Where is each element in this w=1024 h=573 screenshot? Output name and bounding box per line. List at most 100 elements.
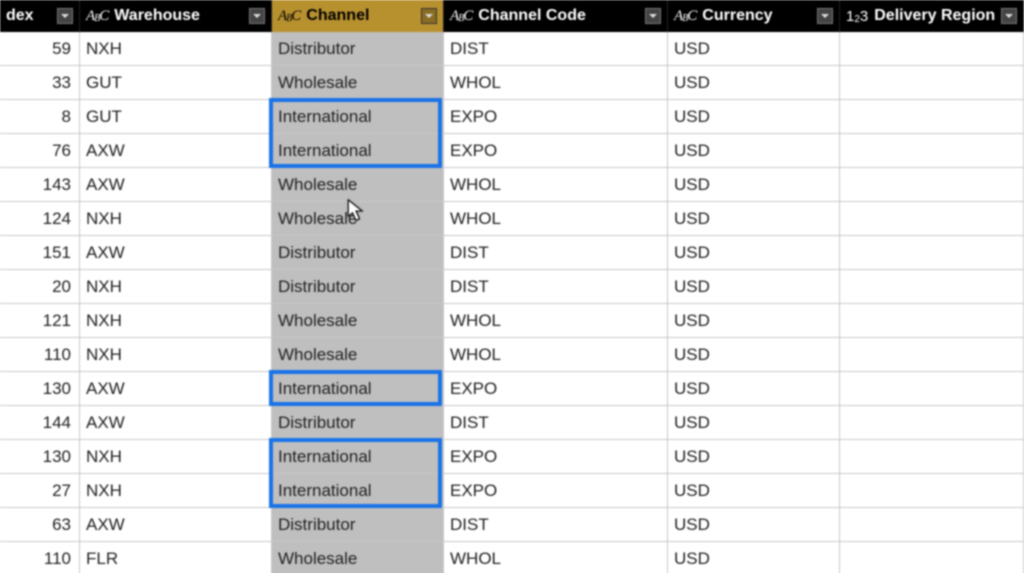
- cell-region[interactable]: [840, 270, 1024, 304]
- cell-warehouse[interactable]: GUT: [80, 66, 272, 100]
- cell-index[interactable]: 151: [0, 236, 80, 270]
- cell-currency[interactable]: USD: [668, 134, 840, 168]
- cell-channel[interactable]: Wholesale: [272, 542, 444, 573]
- cell-channel[interactable]: International: [272, 134, 444, 168]
- cell-currency[interactable]: USD: [668, 474, 840, 508]
- cell-warehouse[interactable]: NXH: [80, 338, 272, 372]
- cell-index[interactable]: 130: [0, 372, 80, 406]
- cell-channel[interactable]: Distributor: [272, 270, 444, 304]
- column-header-channel[interactable]: ABCChannel: [272, 0, 444, 32]
- cell-warehouse[interactable]: AXW: [80, 372, 272, 406]
- cell-index[interactable]: 121: [0, 304, 80, 338]
- cell-region[interactable]: [840, 100, 1024, 134]
- cell-code[interactable]: DIST: [444, 236, 668, 270]
- cell-warehouse[interactable]: NXH: [80, 32, 272, 66]
- cell-region[interactable]: [840, 406, 1024, 440]
- cell-currency[interactable]: USD: [668, 542, 840, 573]
- cell-warehouse[interactable]: AXW: [80, 236, 272, 270]
- column-header-currency[interactable]: ABCCurrency: [668, 0, 840, 32]
- column-header-region[interactable]: 123Delivery Region: [840, 0, 1024, 32]
- cell-channel[interactable]: International: [272, 372, 444, 406]
- cell-currency[interactable]: USD: [668, 202, 840, 236]
- cell-index[interactable]: 8: [0, 100, 80, 134]
- cell-code[interactable]: EXPO: [444, 474, 668, 508]
- cell-region[interactable]: [840, 202, 1024, 236]
- cell-index[interactable]: 27: [0, 474, 80, 508]
- cell-code[interactable]: EXPO: [444, 100, 668, 134]
- cell-region[interactable]: [840, 304, 1024, 338]
- cell-channel[interactable]: Distributor: [272, 508, 444, 542]
- cell-currency[interactable]: USD: [668, 270, 840, 304]
- cell-region[interactable]: [840, 474, 1024, 508]
- cell-warehouse[interactable]: AXW: [80, 406, 272, 440]
- cell-channel[interactable]: Distributor: [272, 32, 444, 66]
- cell-code[interactable]: WHOL: [444, 66, 668, 100]
- cell-currency[interactable]: USD: [668, 32, 840, 66]
- cell-channel[interactable]: Distributor: [272, 236, 444, 270]
- cell-code[interactable]: WHOL: [444, 338, 668, 372]
- cell-region[interactable]: [840, 508, 1024, 542]
- cell-code[interactable]: WHOL: [444, 202, 668, 236]
- cell-region[interactable]: [840, 134, 1024, 168]
- cell-currency[interactable]: USD: [668, 236, 840, 270]
- cell-index[interactable]: 63: [0, 508, 80, 542]
- cell-code[interactable]: DIST: [444, 508, 668, 542]
- column-header-index[interactable]: dex: [0, 0, 80, 32]
- filter-dropdown-icon[interactable]: [249, 8, 265, 24]
- cell-index[interactable]: 110: [0, 542, 80, 573]
- cell-code[interactable]: WHOL: [444, 304, 668, 338]
- cell-channel[interactable]: International: [272, 474, 444, 508]
- filter-dropdown-icon[interactable]: [1001, 8, 1017, 24]
- cell-index[interactable]: 76: [0, 134, 80, 168]
- cell-warehouse[interactable]: NXH: [80, 270, 272, 304]
- cell-channel[interactable]: International: [272, 440, 444, 474]
- cell-currency[interactable]: USD: [668, 508, 840, 542]
- filter-dropdown-icon[interactable]: [421, 8, 437, 24]
- cell-index[interactable]: 144: [0, 406, 80, 440]
- cell-channel[interactable]: Wholesale: [272, 168, 444, 202]
- cell-currency[interactable]: USD: [668, 406, 840, 440]
- cell-channel[interactable]: Wholesale: [272, 338, 444, 372]
- cell-currency[interactable]: USD: [668, 338, 840, 372]
- cell-code[interactable]: DIST: [444, 32, 668, 66]
- cell-currency[interactable]: USD: [668, 372, 840, 406]
- column-header-code[interactable]: ABCChannel Code: [444, 0, 668, 32]
- cell-index[interactable]: 20: [0, 270, 80, 304]
- cell-channel[interactable]: Wholesale: [272, 202, 444, 236]
- cell-code[interactable]: EXPO: [444, 440, 668, 474]
- cell-region[interactable]: [840, 338, 1024, 372]
- cell-region[interactable]: [840, 32, 1024, 66]
- cell-currency[interactable]: USD: [668, 168, 840, 202]
- cell-channel[interactable]: Distributor: [272, 406, 444, 440]
- cell-index[interactable]: 124: [0, 202, 80, 236]
- cell-index[interactable]: 130: [0, 440, 80, 474]
- cell-region[interactable]: [840, 542, 1024, 573]
- cell-warehouse[interactable]: NXH: [80, 202, 272, 236]
- cell-code[interactable]: DIST: [444, 270, 668, 304]
- cell-code[interactable]: EXPO: [444, 372, 668, 406]
- cell-region[interactable]: [840, 168, 1024, 202]
- cell-warehouse[interactable]: GUT: [80, 100, 272, 134]
- cell-warehouse[interactable]: AXW: [80, 134, 272, 168]
- cell-channel[interactable]: Wholesale: [272, 66, 444, 100]
- cell-index[interactable]: 110: [0, 338, 80, 372]
- cell-code[interactable]: WHOL: [444, 542, 668, 573]
- cell-region[interactable]: [840, 66, 1024, 100]
- cell-region[interactable]: [840, 440, 1024, 474]
- filter-dropdown-icon[interactable]: [57, 8, 73, 24]
- column-header-warehouse[interactable]: ABCWarehouse: [80, 0, 272, 32]
- filter-dropdown-icon[interactable]: [817, 8, 833, 24]
- cell-index[interactable]: 59: [0, 32, 80, 66]
- cell-warehouse[interactable]: FLR: [80, 542, 272, 573]
- cell-channel[interactable]: International: [272, 100, 444, 134]
- cell-currency[interactable]: USD: [668, 100, 840, 134]
- cell-warehouse[interactable]: AXW: [80, 168, 272, 202]
- cell-region[interactable]: [840, 372, 1024, 406]
- cell-currency[interactable]: USD: [668, 440, 840, 474]
- filter-dropdown-icon[interactable]: [645, 8, 661, 24]
- cell-index[interactable]: 143: [0, 168, 80, 202]
- cell-channel[interactable]: Wholesale: [272, 304, 444, 338]
- cell-code[interactable]: DIST: [444, 406, 668, 440]
- cell-warehouse[interactable]: NXH: [80, 474, 272, 508]
- cell-warehouse[interactable]: NXH: [80, 440, 272, 474]
